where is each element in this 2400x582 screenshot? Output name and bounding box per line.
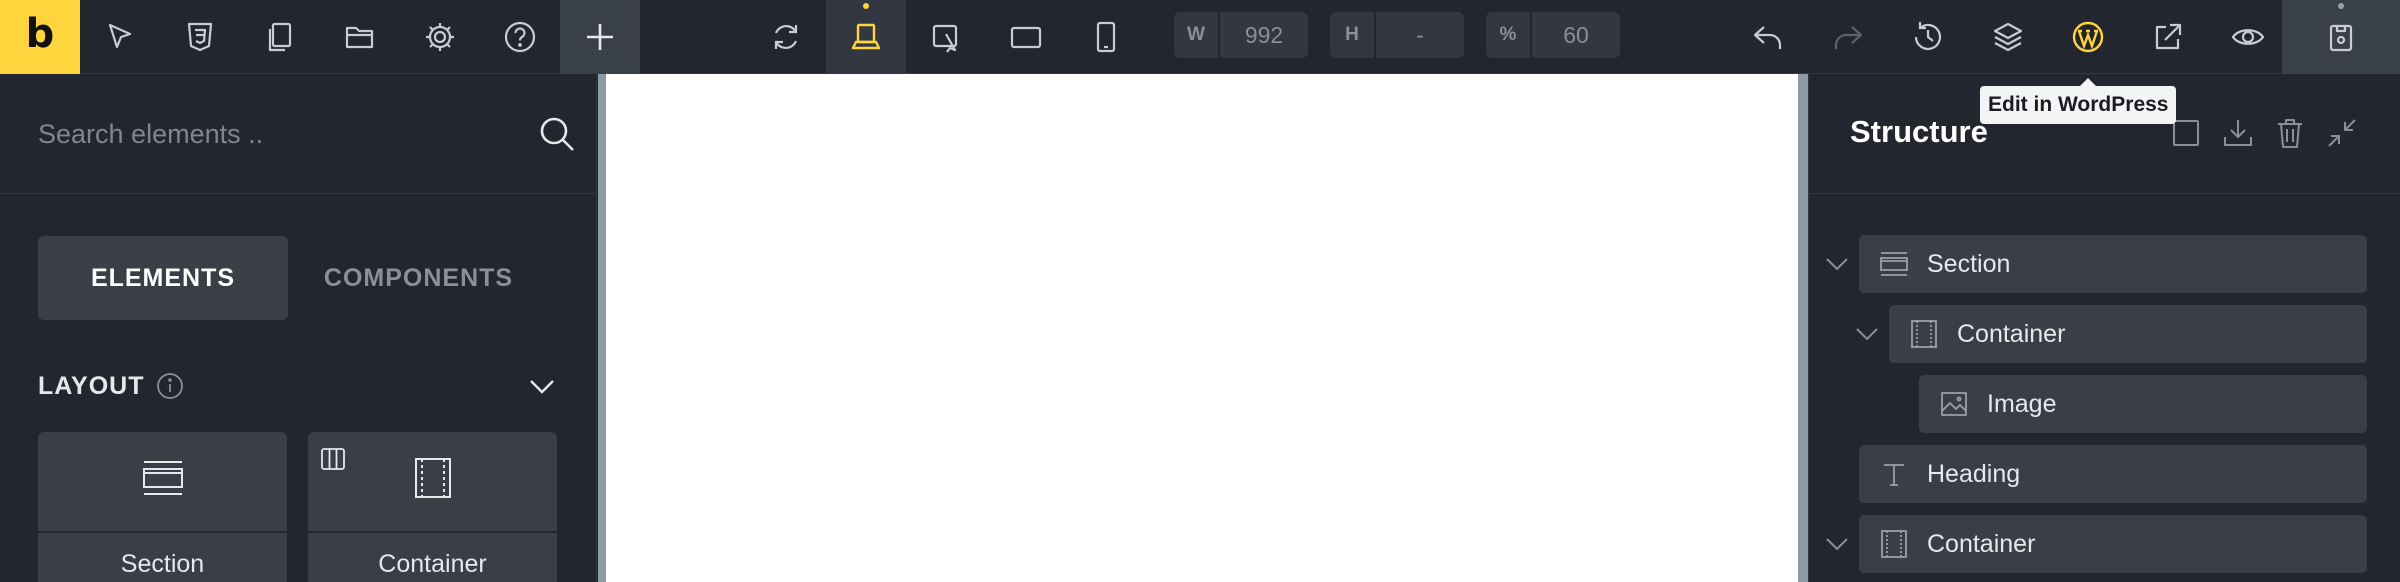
columns-icon[interactable] [320, 446, 346, 472]
tree-node-heading[interactable]: Heading [1859, 445, 2367, 503]
folder-icon[interactable] [320, 0, 400, 74]
builder-canvas[interactable] [606, 74, 1798, 582]
refresh-icon[interactable] [746, 0, 826, 74]
elements-panel: ELEMENTS COMPONENTS LAYOUT Section Conta… [0, 74, 597, 582]
element-label: Section [120, 550, 205, 578]
external-link-icon[interactable] [2128, 0, 2208, 74]
search-icon[interactable] [538, 115, 576, 153]
undo-icon[interactable] [1728, 0, 1808, 74]
tablet-landscape-icon[interactable] [986, 0, 1066, 74]
tab-components[interactable]: COMPONENTS [305, 236, 532, 320]
mobile-icon[interactable] [1066, 0, 1146, 74]
search-bar [0, 74, 597, 194]
history-icon[interactable] [1888, 0, 1968, 74]
download-icon[interactable] [2221, 116, 2255, 150]
eye-icon[interactable] [2208, 0, 2288, 74]
plus-icon[interactable] [560, 0, 640, 74]
panel-tabs: ELEMENTS COMPONENTS [38, 236, 532, 320]
category-header-layout[interactable]: LAYOUT [38, 366, 558, 406]
save-icon[interactable] [2282, 0, 2400, 74]
image-icon [1941, 392, 1967, 416]
active-breakpoint-dot [863, 3, 869, 9]
section-icon [1880, 252, 1908, 276]
section-icon [142, 461, 183, 495]
top-toolbar: b W 992 H - % 60 [0, 0, 2400, 74]
tree-node-image[interactable]: Image [1919, 375, 2367, 433]
collapse-icon[interactable] [2325, 116, 2359, 150]
expand-caret-icon[interactable] [1823, 530, 1851, 558]
width-input[interactable]: W 992 [1174, 12, 1308, 58]
container-icon [1881, 530, 1907, 558]
unsaved-dot [2338, 3, 2344, 9]
chevron-down-icon[interactable] [526, 370, 558, 402]
trash-icon[interactable] [2273, 116, 2307, 150]
help-icon[interactable] [480, 0, 560, 74]
wordpress-icon[interactable] [2048, 0, 2128, 74]
bricks-logo[interactable]: b [0, 0, 80, 74]
canvas-frame [598, 74, 1808, 582]
laptop-breakpoint-icon[interactable] [906, 0, 986, 74]
layers-icon[interactable] [1968, 0, 2048, 74]
height-input[interactable]: H - [1330, 12, 1464, 58]
expand-caret-icon[interactable] [1823, 250, 1851, 278]
element-label: Container [378, 550, 487, 578]
info-icon[interactable] [156, 372, 184, 400]
container-icon [1911, 320, 1937, 348]
desktop-breakpoint-icon[interactable] [826, 0, 906, 74]
search-input[interactable] [38, 114, 498, 154]
expand-caret-icon[interactable] [1853, 320, 1881, 348]
cursor-icon[interactable] [80, 0, 160, 74]
tree-node-container[interactable]: Container [1889, 305, 2367, 363]
element-card-section[interactable]: Section [38, 432, 287, 582]
category-label: LAYOUT [38, 371, 145, 400]
container-icon [414, 458, 451, 498]
tab-elements[interactable]: ELEMENTS [38, 236, 288, 320]
tooltip: Edit in WordPress [1980, 78, 2177, 124]
redo-icon[interactable] [1808, 0, 1888, 74]
css3-icon[interactable] [160, 0, 240, 74]
pages-icon[interactable] [240, 0, 320, 74]
tree-node-section[interactable]: Section [1859, 235, 2367, 293]
structure-panel: Structure Section Container Image Headin… [1808, 74, 2400, 582]
element-card-container[interactable]: Container [308, 432, 557, 582]
heading-icon [1884, 464, 1904, 486]
structure-title: Structure [1850, 114, 1988, 149]
tree-node-container[interactable]: Container [1859, 515, 2367, 573]
scale-input[interactable]: % 60 [1486, 12, 1620, 58]
gear-icon[interactable] [400, 0, 480, 74]
